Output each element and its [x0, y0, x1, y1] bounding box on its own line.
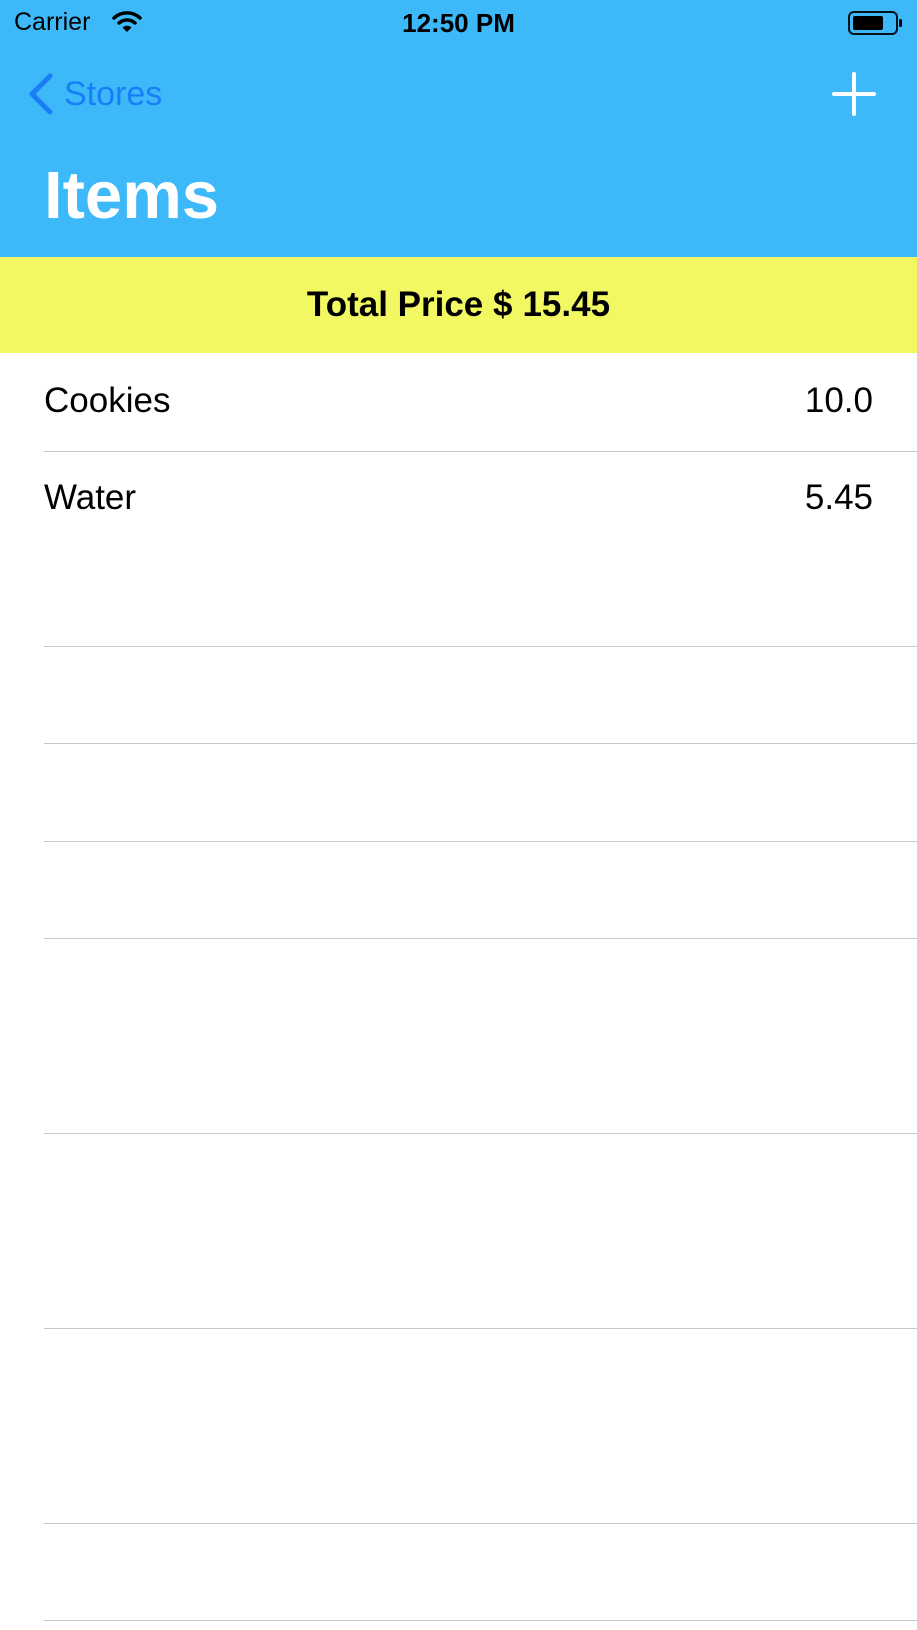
status-bar: Carrier 12:50 PM: [0, 0, 917, 48]
page-title: Items: [44, 158, 220, 233]
total-price-label: Total Price $: [306, 285, 513, 324]
total-price-text: Total Price $ 15.45: [307, 285, 610, 325]
total-price-value: 15.45: [522, 285, 611, 324]
row-separator: [44, 1523, 917, 1524]
items-screen: Carrier 12:50 PM Stores Items Total Pric…: [0, 0, 917, 1630]
item-name: Cookies: [44, 381, 171, 420]
row-separator: [44, 743, 917, 744]
chevron-left-icon: [29, 73, 53, 115]
row-separator: [44, 646, 917, 647]
row-separator: [44, 1620, 917, 1621]
back-button[interactable]: Stores: [26, 70, 162, 118]
item-name: Water: [44, 478, 137, 517]
row-separator: [44, 1328, 917, 1329]
total-price-banner: Total Price $ 15.45: [0, 257, 917, 353]
status-time: 12:50 PM: [402, 8, 515, 38]
list-item[interactable]: Cookies 10.0: [0, 353, 917, 451]
row-separator: [44, 1133, 917, 1134]
plus-icon: [832, 72, 876, 116]
item-price: 10.0: [804, 381, 873, 420]
row-separator: [44, 938, 917, 939]
header: Carrier 12:50 PM Stores Items: [0, 0, 917, 257]
battery-icon: [848, 11, 904, 35]
add-item-button[interactable]: [830, 70, 878, 118]
item-price: 5.45: [804, 478, 873, 517]
list-item[interactable]: Water 5.45: [0, 452, 917, 548]
navigation-bar: Stores: [0, 48, 917, 140]
back-button-label: Stores: [64, 74, 163, 113]
row-separator: [44, 841, 917, 842]
